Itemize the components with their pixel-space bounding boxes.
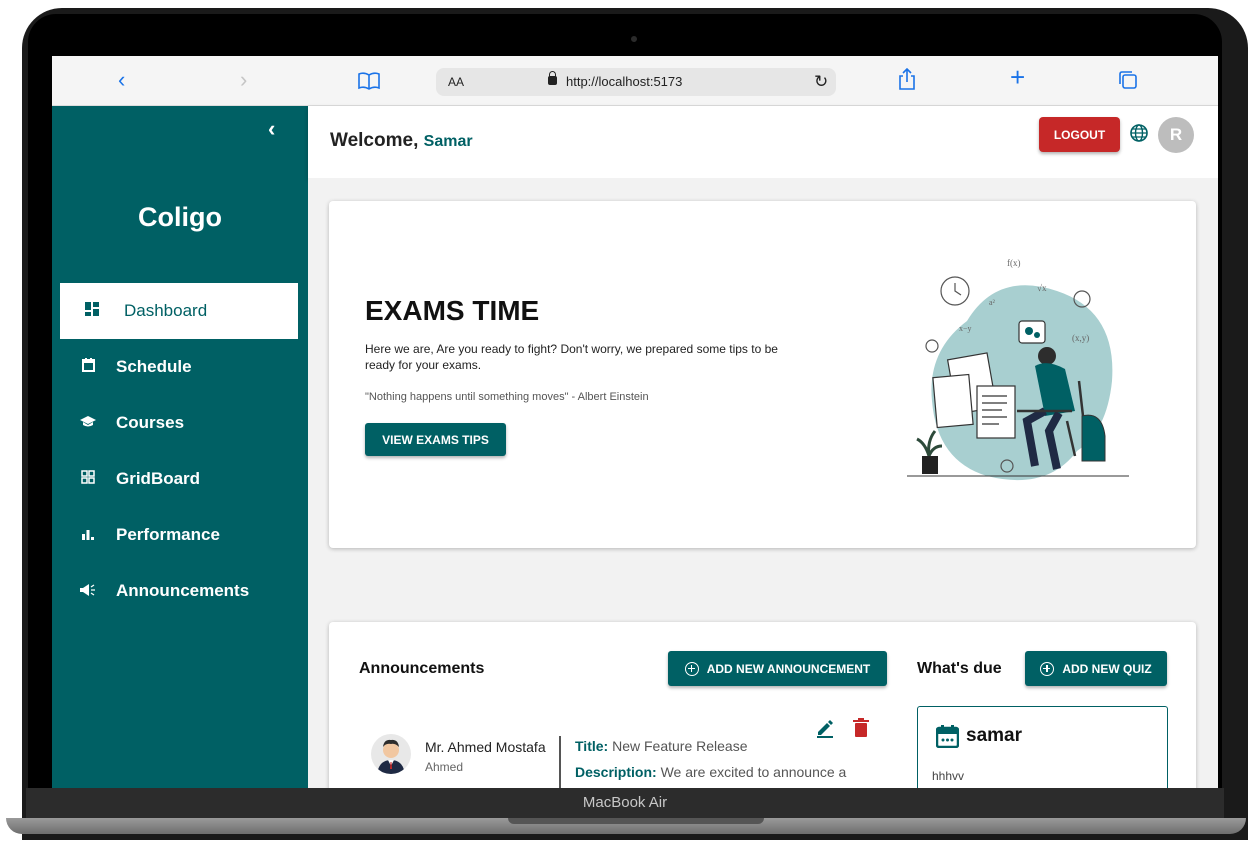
announcement-title-line: Title: New Feature Release [575, 738, 748, 754]
globe-icon[interactable] [1130, 124, 1148, 142]
dashboard-icon [60, 302, 124, 320]
sidebar-item-label: Performance [116, 525, 220, 544]
title-label: Title: [575, 738, 609, 754]
laptop-base: MacBook Air [0, 788, 1250, 852]
welcome-message: Welcome, Samar [330, 130, 473, 152]
exams-title: EXAMS TIME [365, 295, 540, 326]
delete-icon[interactable] [853, 718, 869, 738]
text-size-button[interactable]: AA [448, 75, 464, 89]
laptop-notch [508, 818, 764, 824]
browser-toolbar: ‹ › AA http://localhost:5173 ↻ + [52, 56, 1218, 106]
camera-dot [631, 36, 637, 42]
announcements-card: Announcements ADD NEW ANNOUNCEMENT What'… [329, 622, 1196, 788]
edit-icon[interactable] [815, 718, 835, 738]
add-circle-icon [684, 661, 699, 676]
sidebar-item-announcements[interactable]: Announcements [60, 563, 298, 619]
grid-icon [60, 470, 116, 488]
calendar-icon [60, 358, 116, 376]
bar-chart-icon [60, 527, 116, 544]
megaphone-icon [60, 583, 116, 600]
sidebar-item-label: Courses [116, 413, 185, 432]
exams-quote: "Nothing happens until something moves" … [365, 391, 649, 403]
sidebar-item-label: Announcements [116, 581, 250, 600]
device-label: MacBook Air [582, 794, 668, 811]
laptop-hinge: MacBook Air [26, 788, 1224, 818]
tabs-icon[interactable] [1118, 70, 1138, 90]
bookmarks-icon[interactable] [358, 72, 380, 90]
svg-text:x−y: x−y [959, 324, 972, 333]
due-item-name: samar [966, 725, 1022, 746]
sidebar-item-performance[interactable]: Performance [60, 507, 298, 563]
lock-icon [548, 71, 557, 85]
sidebar-item-gridboard[interactable]: GridBoard [60, 451, 298, 507]
svg-text:(x,y): (x,y) [1072, 333, 1089, 343]
exam-illustration: f(x) √x (x,y) x−y a² [907, 258, 1129, 481]
url-text[interactable]: http://localhost:5173 [566, 74, 682, 89]
add-quiz-label: ADD NEW QUIZ [1062, 661, 1152, 676]
app-header: Welcome, Samar LOGOUT R [308, 106, 1218, 178]
sidebar-item-schedule[interactable]: Schedule [60, 339, 298, 395]
welcome-label: Welcome, [330, 130, 419, 151]
forward-icon[interactable]: › [240, 68, 247, 92]
logout-button[interactable]: LOGOUT [1039, 117, 1120, 152]
brand-logo: Coligo [138, 202, 222, 232]
calendar-icon [936, 725, 959, 748]
due-item[interactable]: samar hhhvv [917, 706, 1168, 788]
share-icon[interactable] [898, 68, 916, 90]
exams-card: EXAMS TIME Here we are, Are you ready to… [329, 201, 1196, 548]
sidebar-item-dashboard[interactable]: Dashboard [60, 283, 298, 339]
user-name: Samar [423, 133, 473, 150]
author-avatar [371, 734, 411, 774]
whats-due-title: What's due [917, 660, 1002, 677]
sidebar-item-courses[interactable]: Courses [60, 395, 298, 451]
screen: ‹ › AA http://localhost:5173 ↻ + ‹ Colig… [52, 56, 1218, 788]
announcements-title: Announcements [359, 660, 485, 677]
svg-text:a²: a² [989, 298, 996, 307]
add-quiz-button[interactable]: ADD NEW QUIZ [1025, 651, 1167, 686]
sidebar-item-label: GridBoard [116, 469, 201, 488]
add-announcement-button[interactable]: ADD NEW ANNOUNCEMENT [668, 651, 887, 686]
view-exams-tips-button[interactable]: VIEW EXAMS TIPS [365, 423, 506, 456]
collapse-sidebar-icon[interactable]: ‹ [268, 116, 275, 142]
sidebar-item-label: Schedule [116, 357, 192, 376]
add-circle-icon [1040, 661, 1055, 676]
announcement-divider [559, 736, 561, 788]
svg-text:f(x): f(x) [1007, 258, 1021, 268]
add-announcement-label: ADD NEW ANNOUNCEMENT [706, 661, 871, 676]
announcement-username: Ahmed [425, 760, 464, 774]
back-icon[interactable]: ‹ [118, 68, 125, 92]
svg-text:√x: √x [1037, 283, 1047, 293]
announcement-author: Mr. Ahmed Mostafa [425, 739, 546, 755]
due-item-description: hhhvv [932, 769, 965, 783]
sidebar: ‹ Coligo Dashboard Schedule Courses Grid… [52, 106, 308, 788]
announcement-title: New Feature Release [612, 738, 748, 754]
url-bar[interactable]: AA http://localhost:5173 ↻ [436, 68, 836, 96]
main-content: EXAMS TIME Here we are, Are you ready to… [308, 178, 1218, 788]
avatar[interactable]: R [1158, 117, 1194, 153]
announcement-description-line: Description: We are excited to announce … [575, 761, 865, 788]
exams-text: Here we are, Are you ready to fight? Don… [365, 342, 778, 372]
new-tab-icon[interactable]: + [1010, 64, 1025, 90]
graduation-cap-icon [60, 415, 116, 432]
reload-icon[interactable]: ↻ [814, 72, 828, 92]
sidebar-item-label: Dashboard [124, 301, 208, 320]
description-label: Description: [575, 764, 657, 780]
